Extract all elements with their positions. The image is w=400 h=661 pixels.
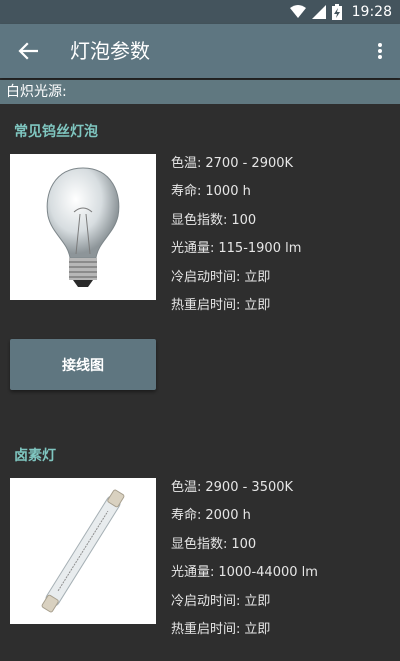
- spec-label: 寿命:: [171, 508, 202, 524]
- spec-row: 寿命: 1000 h: [171, 182, 301, 210]
- more-vertical-icon: [378, 43, 382, 59]
- incandescent-bulb-image: [10, 154, 156, 300]
- spec-row: 热重启时间: 立即: [171, 296, 301, 324]
- spec-value: 立即: [244, 297, 271, 313]
- spec-label: 光通量:: [171, 241, 215, 257]
- card-title-incandescent: 常见钨丝灯泡: [14, 124, 98, 140]
- spec-label: 色温:: [171, 156, 202, 171]
- card-title-halogen: 卤素灯: [14, 448, 56, 464]
- spec-value: 2700 - 2900K: [205, 156, 294, 171]
- spec-value: 2900 - 3500K: [205, 480, 294, 495]
- spec-label: 热重启时间:: [171, 297, 241, 313]
- spec-value: 2000 h: [205, 508, 251, 524]
- spec-row: 光通量: 1000-44000 lm: [171, 563, 318, 591]
- status-bar: 19:28: [0, 0, 400, 24]
- arrow-left-icon: [18, 42, 38, 60]
- spec-row: 色温: 2900 - 3500K: [171, 478, 318, 506]
- spec-row: 显色指数: 100: [171, 535, 318, 563]
- spec-label: 寿命:: [171, 184, 202, 200]
- spec-value: 立即: [244, 593, 271, 609]
- spec-value: 立即: [244, 269, 271, 285]
- spec-row: 冷启动时间: 立即: [171, 592, 318, 620]
- spec-value: 115-1900 lm: [218, 241, 302, 257]
- status-time: 19:28: [351, 4, 392, 20]
- spec-value: 立即: [244, 621, 271, 637]
- page-title: 灯泡参数: [70, 39, 150, 63]
- spec-row: 光通量: 115-1900 lm: [171, 239, 301, 267]
- spec-label: 冷启动时间:: [171, 269, 241, 285]
- spec-label: 光通量:: [171, 565, 215, 581]
- spec-row: 热重启时间: 立即: [171, 620, 318, 648]
- spec-value: 1000-44000 lm: [218, 565, 318, 581]
- app-bar: 灯泡参数: [0, 24, 400, 78]
- wifi-icon: [289, 5, 306, 18]
- status-icons: 19:28: [289, 0, 392, 24]
- signal-icon: [311, 5, 326, 19]
- section-header: 白炽光源:: [0, 80, 400, 104]
- wiring-diagram-button[interactable]: 接线图: [10, 339, 156, 390]
- spec-label: 冷启动时间:: [171, 593, 241, 609]
- spec-row: 色温: 2700 - 2900K: [171, 154, 301, 182]
- battery-charging-icon: [331, 4, 342, 20]
- spec-value: 100: [231, 212, 257, 228]
- specs-incandescent: 色温: 2700 - 2900K 寿命: 1000 h 显色指数: 100 光通量: 1…: [171, 154, 301, 324]
- spec-label: 显色指数:: [171, 212, 228, 228]
- spec-row: 寿命: 2000 h: [171, 506, 318, 534]
- spec-row: 显色指数: 100: [171, 211, 301, 239]
- specs-halogen: 色温: 2900 - 3500K 寿命: 2000 h 显色指数: 100 光通量: 1…: [171, 478, 318, 648]
- spec-label: 热重启时间:: [171, 621, 241, 637]
- spec-label: 显色指数:: [171, 536, 228, 552]
- spec-label: 色温:: [171, 480, 202, 495]
- spec-value: 100: [231, 536, 257, 552]
- spec-value: 1000 h: [205, 184, 251, 200]
- more-menu-button[interactable]: [370, 37, 390, 65]
- spec-row: 冷启动时间: 立即: [171, 268, 301, 296]
- back-button[interactable]: [14, 37, 42, 65]
- halogen-tube-image: [10, 478, 156, 624]
